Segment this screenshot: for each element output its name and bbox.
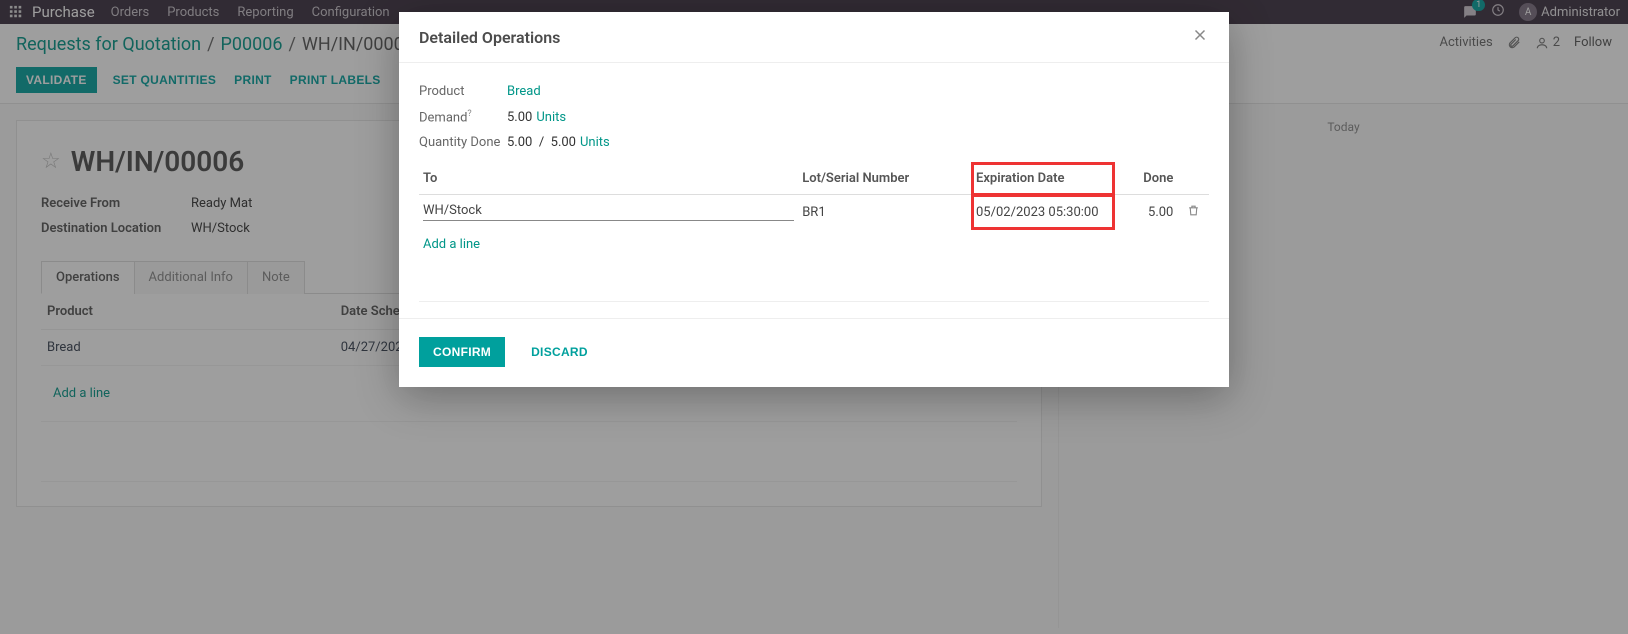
modal-qty-done-value: 5.00 / 5.00Units bbox=[507, 135, 610, 150]
col-done: Done bbox=[1114, 163, 1177, 195]
help-icon[interactable]: ? bbox=[467, 109, 471, 119]
col-expiration-date: Expiration Date bbox=[972, 163, 1114, 195]
delete-row-icon[interactable] bbox=[1177, 195, 1209, 230]
modal-demand-units[interactable]: Units bbox=[536, 110, 566, 125]
cell-done[interactable]: 5.00 bbox=[1114, 195, 1177, 230]
close-icon[interactable] bbox=[1191, 26, 1209, 48]
modal-lines-table: To Lot/Serial Number Expiration Date Don… bbox=[419, 163, 1209, 289]
modal-product-label: Product bbox=[419, 84, 507, 99]
modal-overlay: Detailed Operations Product Bread Demand… bbox=[0, 0, 1628, 634]
modal-qty-done-units[interactable]: Units bbox=[580, 135, 610, 150]
modal-title: Detailed Operations bbox=[419, 28, 560, 47]
col-lot: Lot/Serial Number bbox=[798, 163, 972, 195]
cell-to[interactable]: WH/Stock bbox=[423, 203, 794, 221]
modal-demand-label: Demand? bbox=[419, 109, 507, 125]
modal-demand-value: 5.00Units bbox=[507, 110, 566, 125]
cell-lot[interactable]: BR1 bbox=[798, 195, 972, 230]
table-row[interactable]: WH/Stock BR1 05/02/2023 05:30:00 5.00 bbox=[419, 195, 1209, 230]
col-to: To bbox=[419, 163, 798, 195]
discard-button[interactable]: DISCARD bbox=[517, 337, 602, 367]
modal-qty-done-label: Quantity Done bbox=[419, 135, 507, 150]
confirm-button[interactable]: CONFIRM bbox=[419, 337, 505, 367]
modal-product-value[interactable]: Bread bbox=[507, 84, 541, 99]
detailed-operations-modal: Detailed Operations Product Bread Demand… bbox=[399, 12, 1229, 387]
cell-expiration-date[interactable]: 05/02/2023 05:30:00 bbox=[972, 195, 1114, 230]
modal-add-line-link[interactable]: Add a line bbox=[423, 237, 480, 252]
